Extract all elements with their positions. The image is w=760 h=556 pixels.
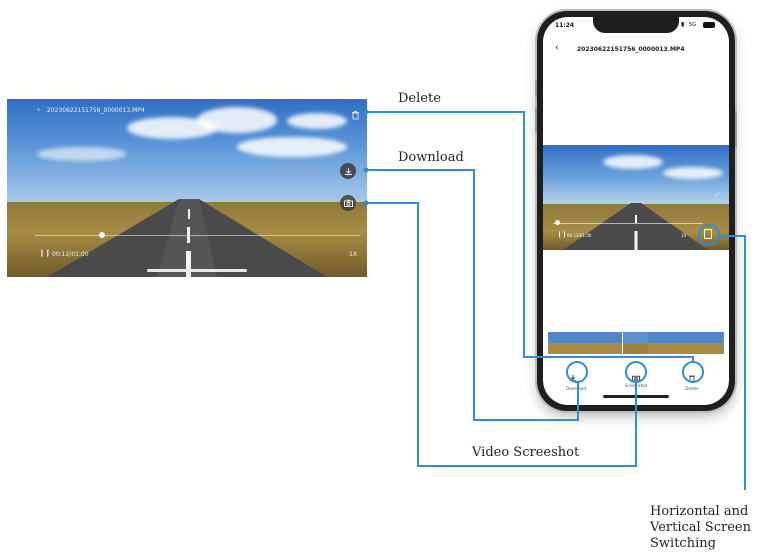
callout-lines [363, 109, 746, 490]
delete-callout: Delete [398, 91, 441, 106]
video-screenshot-callout: Video Screeshot [472, 445, 580, 460]
orientation-callout-line3: Switching [650, 536, 716, 551]
orientation-callout-line2: Vertical Screen [650, 520, 751, 535]
orientation-callout: Horizontal and Vertical Screen Switching [650, 504, 751, 552]
download-callout: Download [398, 150, 464, 165]
orientation-callout-line1: Horizontal and [650, 504, 749, 519]
